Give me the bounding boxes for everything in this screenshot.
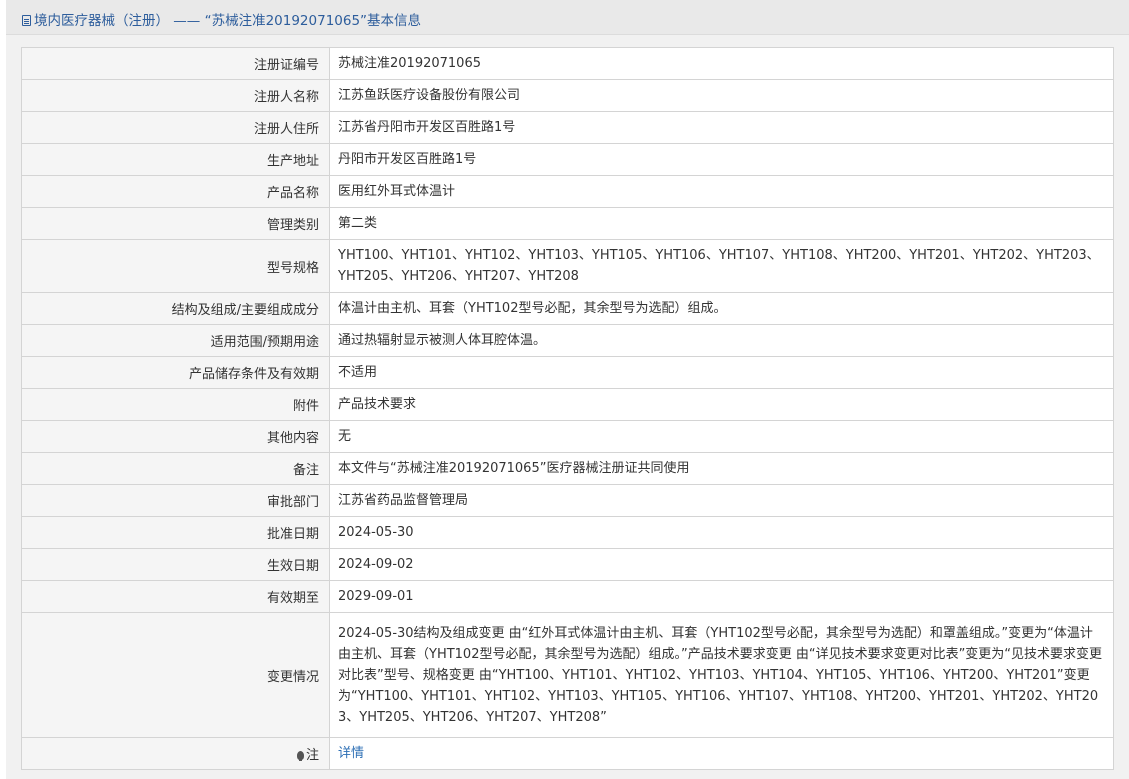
row-label: 变更情况: [21, 612, 330, 738]
page-title: 境内医疗器械（注册） —— “苏械注准20192071065”基本信息: [22, 9, 421, 29]
row-value: 江苏省药品监督管理局: [329, 484, 1114, 517]
row-value: 丹阳市开发区百胜路1号: [329, 143, 1114, 176]
row-label: 生产地址: [21, 143, 330, 176]
row-value: 产品技术要求: [329, 388, 1114, 421]
row-value: 第二类: [329, 207, 1114, 240]
table-row: 批准日期 2024-05-30: [21, 516, 1114, 549]
row-value: 本文件与“苏械注准20192071065”医疗器械注册证共同使用: [329, 452, 1114, 485]
row-value: 通过热辐射显示被测人体耳腔体温。: [329, 324, 1114, 357]
lightbulb-icon: [296, 751, 304, 761]
page-title-text: 境内医疗器械（注册） —— “苏械注准20192071065”基本信息: [34, 13, 422, 29]
table-row: 适用范围/预期用途 通过热辐射显示被测人体耳腔体温。: [21, 324, 1114, 357]
info-table: 注册证编号 苏械注准20192071065 注册人名称 江苏鱼跃医疗设备股份有限公司…: [21, 47, 1114, 770]
row-label: 管理类别: [21, 207, 330, 240]
row-label: 审批部门: [21, 484, 330, 517]
row-value: 2029-09-01: [329, 580, 1114, 613]
note-label-cell: 注: [21, 737, 330, 770]
row-value: 医用红外耳式体温计: [329, 175, 1114, 208]
table-row: 生产地址 丹阳市开发区百胜路1号: [21, 143, 1114, 176]
row-value: 不适用: [329, 356, 1114, 389]
table-row: 生效日期 2024-09-02: [21, 548, 1114, 581]
row-label: 生效日期: [21, 548, 330, 581]
table-row: 有效期至 2029-09-01: [21, 580, 1114, 613]
table-row: 审批部门 江苏省药品监督管理局: [21, 484, 1114, 517]
row-value: 江苏鱼跃医疗设备股份有限公司: [329, 79, 1114, 112]
row-label: 附件: [21, 388, 330, 421]
row-value: 2024-05-30: [329, 516, 1114, 549]
row-value: 2024-09-02: [329, 548, 1114, 581]
table-row: 注册人住所 江苏省丹阳市开发区百胜路1号: [21, 111, 1114, 144]
table-row: 产品名称 医用红外耳式体温计: [21, 175, 1114, 208]
row-label: 注册人名称: [21, 79, 330, 112]
table-row: 备注 本文件与“苏械注准20192071065”医疗器械注册证共同使用: [21, 452, 1114, 485]
table-row: 管理类别 第二类: [21, 207, 1114, 240]
row-label: 适用范围/预期用途: [21, 324, 330, 357]
row-label: 注册人住所: [21, 111, 330, 144]
table-row: 注册人名称 江苏鱼跃医疗设备股份有限公司: [21, 79, 1114, 112]
row-label: 型号规格: [21, 239, 330, 293]
table-row: 其他内容无: [21, 420, 1114, 453]
row-value: 体温计由主机、耳套（YHT102型号必配，其余型号为选配）组成。: [329, 292, 1114, 325]
row-label: 有效期至: [21, 580, 330, 613]
table-row: 注 详情: [21, 737, 1114, 770]
table-row: 结构及组成/主要组成成分 体温计由主机、耳套（YHT102型号必配，其余型号为选配…: [21, 292, 1114, 325]
table-row: 变更情况 2024-05-30结构及组成变更 由“红外耳式体温计由主机、耳套（YH…: [21, 612, 1114, 738]
table-row: 注册证编号 苏械注准20192071065: [21, 47, 1114, 80]
note-label: 注: [305, 748, 319, 763]
row-label: 结构及组成/主要组成成分: [21, 292, 330, 325]
row-label: 产品储存条件及有效期: [21, 356, 330, 389]
row-value: 2024-05-30结构及组成变更 由“红外耳式体温计由主机、耳套（YHT102…: [329, 612, 1114, 738]
table-row: 型号规格 YHT100、YHT101、YHT102、YHT103、YHT105、Y…: [21, 239, 1114, 293]
row-value: 江苏省丹阳市开发区百胜路1号: [329, 111, 1114, 144]
row-value: 苏械注准20192071065: [329, 47, 1114, 80]
info-panel: 注册证编号 苏械注准20192071065 注册人名称 江苏鱼跃医疗设备股份有限公司…: [6, 35, 1129, 779]
table-row: 产品储存条件及有效期 不适用: [21, 356, 1114, 389]
details-link[interactable]: 详情: [338, 746, 364, 761]
row-label: 备注: [21, 452, 330, 485]
row-value: 无: [329, 420, 1114, 453]
row-value: YHT100、YHT101、YHT102、YHT103、YHT105、YHT10…: [329, 239, 1114, 293]
row-label: 产品名称: [21, 175, 330, 208]
row-label: 批准日期: [21, 516, 330, 549]
row-label: 其他内容: [21, 420, 330, 453]
document-icon: [22, 15, 31, 26]
page-header: 境内医疗器械（注册） —— “苏械注准20192071065”基本信息: [6, 0, 1129, 35]
table-row: 附件 产品技术要求: [21, 388, 1114, 421]
row-label: 注册证编号: [21, 47, 330, 80]
note-value-cell: 详情: [329, 737, 1114, 770]
